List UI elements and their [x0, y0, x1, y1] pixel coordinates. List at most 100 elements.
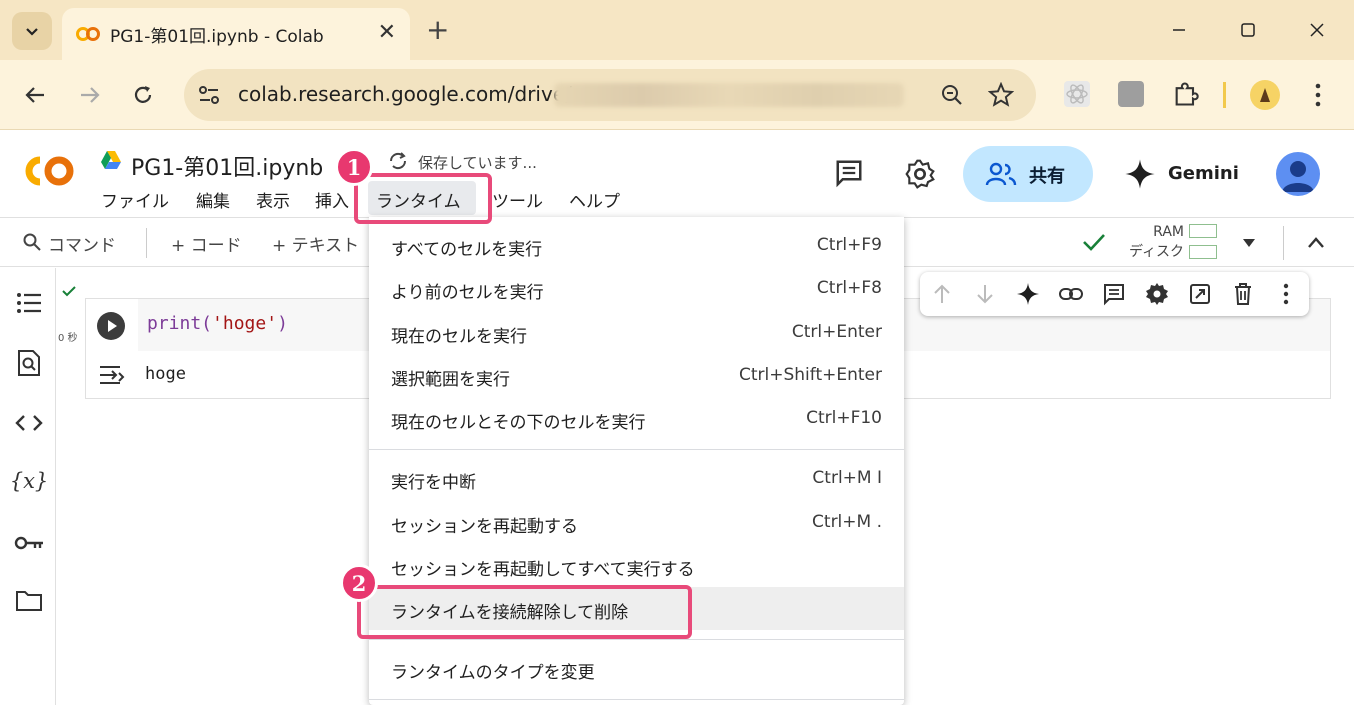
sync-icon [389, 152, 407, 170]
code-snippets-icon[interactable] [14, 408, 44, 438]
menu-item-restart-run-all[interactable]: セッションを再起動してすべて実行する [369, 544, 904, 587]
gemini-sparkle-icon[interactable] [1124, 158, 1156, 190]
code-line: print('hoge') [147, 313, 288, 334]
files-folder-icon[interactable] [14, 586, 44, 616]
play-icon [108, 320, 117, 332]
back-icon[interactable] [24, 84, 46, 106]
forward-icon[interactable] [79, 84, 101, 106]
browser-tab-active[interactable]: PG1-第01回.ipynb - Colab ✕ [62, 8, 410, 60]
menu-item-label: 現在のセルを実行 [391, 327, 527, 347]
disk-bar [1189, 245, 1217, 259]
menu-item-label: 現在のセルとその下のセルを実行 [391, 413, 646, 433]
cell-exec-time: 0 秒 [58, 333, 78, 344]
tab-search-button[interactable] [12, 12, 52, 50]
menu-item-label: ランタイムのタイプを変更 [391, 663, 595, 683]
command-palette-button[interactable]: コマンド [48, 231, 116, 256]
menu-item-shortcut: Ctrl+M I [812, 468, 882, 488]
tab-title: PG1-第01回.ipynb - Colab [110, 27, 324, 47]
run-cell-button[interactable] [97, 312, 125, 340]
menu-separator [369, 699, 904, 700]
link-icon[interactable] [1059, 282, 1083, 306]
user-icon [1282, 161, 1314, 192]
chevron-up-icon[interactable] [1306, 235, 1326, 249]
search-icon [23, 233, 41, 251]
gemini-cell-icon[interactable] [1016, 282, 1040, 306]
output-toggle-icon[interactable] [98, 364, 126, 386]
cell-comment-icon[interactable] [1102, 282, 1126, 306]
close-window-button[interactable] [1294, 14, 1340, 46]
menu-item-label: セッションを再起動する [391, 517, 578, 537]
share-button[interactable]: 共有 [963, 146, 1093, 202]
notebook-title[interactable]: PG1-第01回.ipynb [131, 150, 323, 182]
url-text: colab.research.google.com/drive/ [238, 82, 572, 106]
ram-label: RAM [1153, 224, 1184, 240]
extension-notion-icon[interactable] [1118, 81, 1144, 107]
menu-edit[interactable]: 編集 [196, 187, 230, 212]
code-string: 'hoge' [212, 313, 278, 334]
menu-item-change-runtime-type[interactable]: ランタイムのタイプを変更 [369, 647, 904, 690]
toolbar-divider [1223, 82, 1226, 108]
menu-item-run-before[interactable]: より前のセルを実行 Ctrl+F8 [369, 267, 904, 310]
menu-insert[interactable]: 挿入 [315, 187, 349, 212]
menu-item-label: 実行を中断 [391, 473, 476, 493]
more-options-icon[interactable] [1274, 282, 1298, 306]
menu-item-label: すべてのセルを実行 [391, 240, 543, 260]
menu-item-run-selection[interactable]: 選択範囲を実行 Ctrl+Shift+Enter [369, 354, 904, 397]
find-icon[interactable] [14, 348, 44, 378]
left-sidebar: {x} [0, 268, 56, 705]
delete-trash-icon[interactable] [1231, 282, 1255, 306]
annotation-step-2-badge: 2 [340, 564, 378, 602]
minimize-button[interactable] [1156, 14, 1202, 46]
save-status: 保存しています... [418, 154, 537, 172]
variables-icon[interactable]: {x} [10, 466, 49, 496]
menu-item-label: セッションを再起動してすべて実行する [391, 560, 695, 580]
colab-logo-icon[interactable] [20, 152, 78, 190]
menu-item-shortcut: Ctrl+Enter [791, 322, 882, 342]
menu-item-run-after[interactable]: 現在のセルとその下のセルを実行 Ctrl+F10 [369, 397, 904, 440]
user-avatar[interactable] [1276, 152, 1320, 196]
menu-item-run-current[interactable]: 現在のセルを実行 Ctrl+Enter [369, 311, 904, 354]
menu-item-interrupt[interactable]: 実行を中断 Ctrl+M I [369, 457, 904, 500]
browser-menu-icon[interactable] [1310, 82, 1326, 108]
toc-icon[interactable] [14, 288, 44, 318]
gemini-button[interactable]: Gemini [1168, 163, 1239, 184]
address-bar[interactable]: colab.research.google.com/drive/ [184, 69, 1036, 121]
zoom-icon[interactable] [940, 83, 964, 107]
minimize-icon [1173, 29, 1185, 31]
extension-react-icon[interactable] [1064, 81, 1090, 107]
menu-file[interactable]: ファイル [101, 187, 169, 212]
maximize-button[interactable] [1225, 14, 1271, 46]
menu-separator [369, 639, 904, 640]
tab-close-icon[interactable]: ✕ [378, 20, 396, 45]
menu-view[interactable]: 表示 [256, 187, 290, 212]
bookmark-star-icon[interactable] [988, 82, 1014, 108]
menu-item-run-all[interactable]: すべてのセルを実行 Ctrl+F9 [369, 224, 904, 267]
site-info-icon[interactable] [198, 85, 220, 105]
move-down-icon[interactable] [973, 282, 997, 306]
menu-tools[interactable]: ツール [492, 187, 543, 212]
mirror-cell-icon[interactable] [1188, 282, 1212, 306]
url-redacted [554, 83, 904, 107]
resource-indicator[interactable]: RAM ディスク [1126, 222, 1184, 262]
cell-settings-icon[interactable] [1145, 282, 1169, 306]
extensions-puzzle-icon[interactable] [1172, 80, 1200, 108]
menu-item-restart-session[interactable]: セッションを再起動する Ctrl+M . [369, 501, 904, 544]
profile-avatar-icon[interactable] [1250, 80, 1280, 110]
new-tab-button[interactable]: + [426, 13, 449, 46]
menu-item-shortcut: Ctrl+F9 [816, 235, 882, 255]
comment-icon[interactable] [834, 158, 864, 188]
add-code-button[interactable]: + コード [171, 231, 242, 256]
people-icon [985, 162, 1017, 186]
move-up-icon[interactable] [930, 282, 954, 306]
dropdown-arrow-icon[interactable] [1241, 237, 1257, 249]
add-text-button[interactable]: + テキスト [272, 231, 359, 256]
google-drive-icon[interactable] [100, 150, 122, 170]
browser-toolbar: colab.research.google.com/drive/ [0, 60, 1354, 130]
reload-icon[interactable] [132, 84, 154, 106]
menu-item-label: 選択範囲を実行 [391, 370, 510, 390]
settings-gear-icon[interactable] [904, 158, 936, 190]
code-end: ) [277, 313, 288, 334]
secrets-key-icon[interactable] [14, 528, 44, 558]
menu-help[interactable]: ヘルプ [569, 187, 620, 212]
connected-check-icon[interactable] [1082, 231, 1106, 253]
